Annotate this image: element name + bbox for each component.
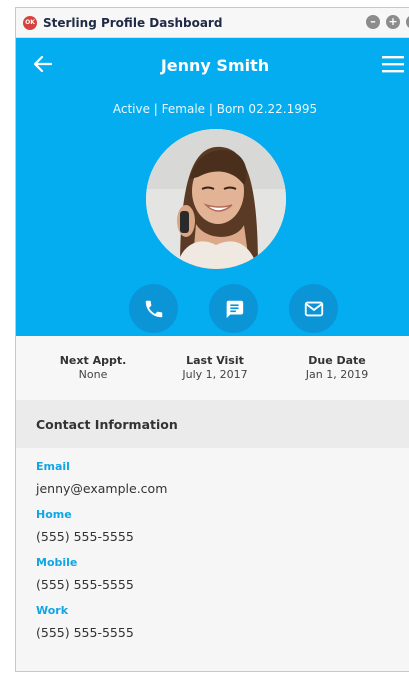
stat-label: Next Appt. xyxy=(59,354,127,367)
action-buttons xyxy=(129,284,338,333)
call-button[interactable] xyxy=(129,284,178,333)
app-logo-icon: OK xyxy=(23,15,37,30)
work-phone-value[interactable]: (555) 555-5555 xyxy=(36,625,394,640)
email-label: Email xyxy=(36,460,70,473)
stat-value: None xyxy=(78,368,108,381)
contact-information: Email jenny@example.com Home (555) 555-5… xyxy=(16,448,409,640)
profile-avatar xyxy=(146,129,286,269)
app-window: OK Sterling Profile Dashboard – + × Jenn… xyxy=(15,7,409,672)
email-button[interactable] xyxy=(289,284,338,333)
contact-section-title: Contact Information xyxy=(16,400,409,448)
email-value[interactable]: jenny@example.com xyxy=(36,481,394,496)
window-title: Sterling Profile Dashboard xyxy=(43,15,223,30)
appointment-stats: Next Appt. None Last Visit July 1, 2017 … xyxy=(16,336,409,400)
stat-last-visit: Last Visit July 1, 2017 xyxy=(160,354,270,400)
stat-due-date: Due Date Jan 1, 2019 xyxy=(282,354,392,400)
stat-value: July 1, 2017 xyxy=(182,368,248,381)
minimize-button[interactable]: – xyxy=(366,15,380,29)
stat-value: Jan 1, 2019 xyxy=(305,368,369,381)
work-phone-label: Work xyxy=(36,604,69,617)
mobile-phone-value[interactable]: (555) 555-5555 xyxy=(36,577,394,592)
profile-header: Jenny Smith Active | Female | Born 02.22… xyxy=(16,38,409,336)
mobile-phone-label: Mobile xyxy=(36,556,78,569)
stat-label: Last Visit xyxy=(186,354,244,367)
profile-name: Jenny Smith xyxy=(160,56,270,75)
message-icon xyxy=(226,300,243,318)
stat-label: Due Date xyxy=(308,354,366,367)
avatar-photo xyxy=(146,129,286,269)
home-phone-value[interactable]: (555) 555-5555 xyxy=(36,529,394,544)
maximize-button[interactable]: + xyxy=(386,15,400,29)
email-icon xyxy=(304,301,323,316)
profile-subtitle: Active | Female | Born 02.22.1995 xyxy=(112,102,318,116)
home-phone-label: Home xyxy=(36,508,72,521)
window-titlebar[interactable]: OK Sterling Profile Dashboard – + × xyxy=(16,8,409,38)
stat-next-appt: Next Appt. None xyxy=(38,354,148,400)
message-button[interactable] xyxy=(209,284,258,333)
phone-icon xyxy=(145,300,162,317)
hamburger-menu-icon[interactable] xyxy=(382,54,404,74)
window-controls: – + × xyxy=(366,15,409,29)
